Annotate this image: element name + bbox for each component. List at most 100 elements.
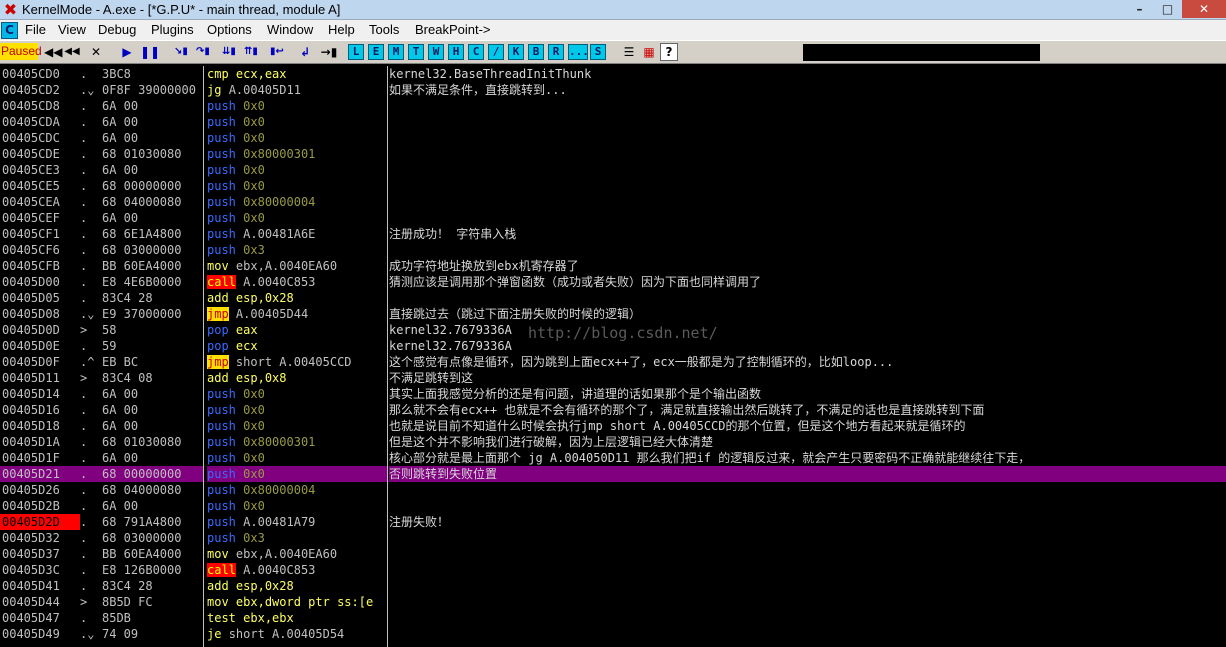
comment-cell[interactable]: 也就是说目前不知道什么时候会执行jmp short A.00405CCD的那个位… bbox=[389, 418, 1226, 434]
cpu-window-button[interactable]: C bbox=[468, 44, 484, 60]
address-cell[interactable]: 00405D05 bbox=[0, 290, 80, 306]
close-button[interactable]: ✕ bbox=[1182, 0, 1226, 18]
run-trace-window-button[interactable]: ... bbox=[568, 44, 589, 60]
windows-window-button[interactable]: W bbox=[428, 44, 444, 60]
threads-window-button[interactable]: T bbox=[408, 44, 424, 60]
comment-cell[interactable] bbox=[389, 546, 1226, 562]
disassembly-cell[interactable]: push 0x0 bbox=[207, 162, 387, 178]
comment-cell[interactable] bbox=[389, 162, 1226, 178]
run-icon[interactable]: ▶ bbox=[120, 43, 134, 61]
hex-cell[interactable]: >83C4 08 bbox=[80, 370, 203, 386]
disassembly-cell[interactable]: push 0x0 bbox=[207, 466, 387, 482]
source-window-button[interactable]: S bbox=[590, 44, 606, 60]
hex-cell[interactable]: .⌄ E9 37000000 bbox=[80, 306, 203, 322]
address-cell[interactable]: 00405D11 bbox=[0, 370, 80, 386]
address-cell[interactable]: 00405CF1 bbox=[0, 226, 80, 242]
disassembly-cell[interactable]: jmp short A.00405CCD bbox=[207, 354, 387, 370]
comment-cell[interactable] bbox=[389, 114, 1226, 130]
menu-plugins[interactable]: Plugins bbox=[151, 22, 194, 37]
comment-cell[interactable]: 注册成功！ 字符串入栈 bbox=[389, 226, 1226, 242]
minimize-button[interactable]: – bbox=[1126, 0, 1153, 18]
comment-cell[interactable] bbox=[389, 210, 1226, 226]
disassembly-cell[interactable]: call A.0040C853 bbox=[207, 274, 387, 290]
disassembly-cell[interactable]: push 0x80000301 bbox=[207, 434, 387, 450]
disassembly-cell[interactable]: mov ebx,dword ptr ss:[e bbox=[207, 594, 387, 610]
menu-tools[interactable]: Tools bbox=[369, 22, 399, 37]
appearance-grid-icon[interactable]: ▦ bbox=[640, 43, 658, 61]
disassembly-cell[interactable]: cmp ecx,eax bbox=[207, 66, 387, 82]
disassembly-cell[interactable]: push 0x0 bbox=[207, 98, 387, 114]
address-cell[interactable]: 00405D26 bbox=[0, 482, 80, 498]
list-icon[interactable]: ☰ bbox=[620, 43, 638, 61]
comment-cell[interactable] bbox=[389, 594, 1226, 610]
comment-cell[interactable] bbox=[389, 194, 1226, 210]
disassembly-cell[interactable]: push 0x80000301 bbox=[207, 146, 387, 162]
hex-cell[interactable]: . 6A 00 bbox=[80, 402, 203, 418]
comment-cell[interactable]: 不满足跳转到这 bbox=[389, 370, 1226, 386]
address-cell[interactable]: 00405CEF bbox=[0, 210, 80, 226]
hex-cell[interactable]: . E8 126B0000 bbox=[80, 562, 203, 578]
disassembly-cell[interactable]: push 0x0 bbox=[207, 114, 387, 130]
address-cell[interactable]: 00405CD0 bbox=[0, 66, 80, 82]
address-cell[interactable]: 00405CDA bbox=[0, 114, 80, 130]
address-cell[interactable]: 00405D1A bbox=[0, 434, 80, 450]
address-cell[interactable]: 00405D18 bbox=[0, 418, 80, 434]
menu-view[interactable]: View bbox=[58, 22, 86, 37]
menu-file[interactable]: File bbox=[25, 22, 46, 37]
help-icon[interactable]: ? bbox=[660, 43, 678, 61]
disassembly-cell[interactable]: push 0x3 bbox=[207, 242, 387, 258]
disassembly-cell[interactable]: jmp A.00405D44 bbox=[207, 306, 387, 322]
hex-cell[interactable]: . 68 791A4800 bbox=[80, 514, 203, 530]
address-cell[interactable]: 00405D2B bbox=[0, 498, 80, 514]
disassembly-cell[interactable]: pop eax bbox=[207, 322, 387, 338]
cpu-window-icon[interactable]: C bbox=[1, 22, 18, 39]
disassembly-cell[interactable]: push A.00481A79 bbox=[207, 514, 387, 530]
comment-cell[interactable] bbox=[389, 562, 1226, 578]
modules-window-button[interactable]: E bbox=[368, 44, 384, 60]
hex-cell[interactable]: . 6A 00 bbox=[80, 498, 203, 514]
address-cell[interactable]: 00405CF6 bbox=[0, 242, 80, 258]
address-cell[interactable]: 00405CDC bbox=[0, 130, 80, 146]
address-cell[interactable]: 00405CFB bbox=[0, 258, 80, 274]
address-cell[interactable]: 00405D08 bbox=[0, 306, 80, 322]
address-cell[interactable]: 00405CE5 bbox=[0, 178, 80, 194]
disassembly-cell[interactable]: push 0x0 bbox=[207, 210, 387, 226]
disassembly-cell[interactable]: push 0x0 bbox=[207, 178, 387, 194]
address-cell[interactable]: 00405D1F bbox=[0, 450, 80, 466]
disassembly-cell[interactable]: push 0x80000004 bbox=[207, 194, 387, 210]
hex-cell[interactable]: . 68 00000000 bbox=[80, 466, 203, 482]
hex-cell[interactable]: . 6A 00 bbox=[80, 450, 203, 466]
references-window-button[interactable]: R bbox=[548, 44, 564, 60]
disassembly-cell[interactable]: push 0x0 bbox=[207, 386, 387, 402]
comment-cell[interactable] bbox=[389, 290, 1226, 306]
address-cell[interactable]: 00405D0F bbox=[0, 354, 80, 370]
address-cell[interactable]: 00405D32 bbox=[0, 530, 80, 546]
hex-cell[interactable]: . 6A 00 bbox=[80, 114, 203, 130]
address-cell[interactable]: 00405D3C bbox=[0, 562, 80, 578]
address-cell[interactable]: 00405D37 bbox=[0, 546, 80, 562]
disassembly-cell[interactable]: push 0x0 bbox=[207, 450, 387, 466]
address-cell[interactable]: 00405CDE bbox=[0, 146, 80, 162]
address-cell[interactable]: 00405D2D bbox=[0, 514, 80, 530]
hex-cell[interactable]: . 68 04000080 bbox=[80, 482, 203, 498]
breakpoints-window-button[interactable]: B bbox=[528, 44, 544, 60]
log-window-button[interactable]: L bbox=[348, 44, 364, 60]
hex-cell[interactable]: . 59 bbox=[80, 338, 203, 354]
hex-cell[interactable]: . 68 04000080 bbox=[80, 194, 203, 210]
hex-cell[interactable]: . 6A 00 bbox=[80, 210, 203, 226]
comment-cell[interactable]: 注册失败！ bbox=[389, 514, 1226, 530]
restart-icon[interactable]: ◀◀ bbox=[64, 43, 80, 61]
disassembly-cell[interactable]: call A.0040C853 bbox=[207, 562, 387, 578]
hex-cell[interactable]: . 6A 00 bbox=[80, 162, 203, 178]
hex-cell[interactable]: . 68 01030080 bbox=[80, 434, 203, 450]
disassembly-cell[interactable]: add esp,0x28 bbox=[207, 578, 387, 594]
comment-cell[interactable] bbox=[389, 626, 1226, 642]
rewind-icon[interactable]: ◀◀ bbox=[44, 43, 62, 61]
hex-cell[interactable]: >58 bbox=[80, 322, 203, 338]
comment-cell[interactable]: 成功字符地址换放到ebx机寄存器了 bbox=[389, 258, 1226, 274]
disassembly-cell[interactable]: push 0x0 bbox=[207, 402, 387, 418]
hex-cell[interactable]: .^ EB BC bbox=[80, 354, 203, 370]
address-cell[interactable]: 00405D16 bbox=[0, 402, 80, 418]
memory-window-button[interactable]: M bbox=[388, 44, 404, 60]
comment-cell[interactable]: 这个感觉有点像是循环，因为跳到上面ecx++了，ecx一般都是为了控制循环的，比… bbox=[389, 354, 1226, 370]
